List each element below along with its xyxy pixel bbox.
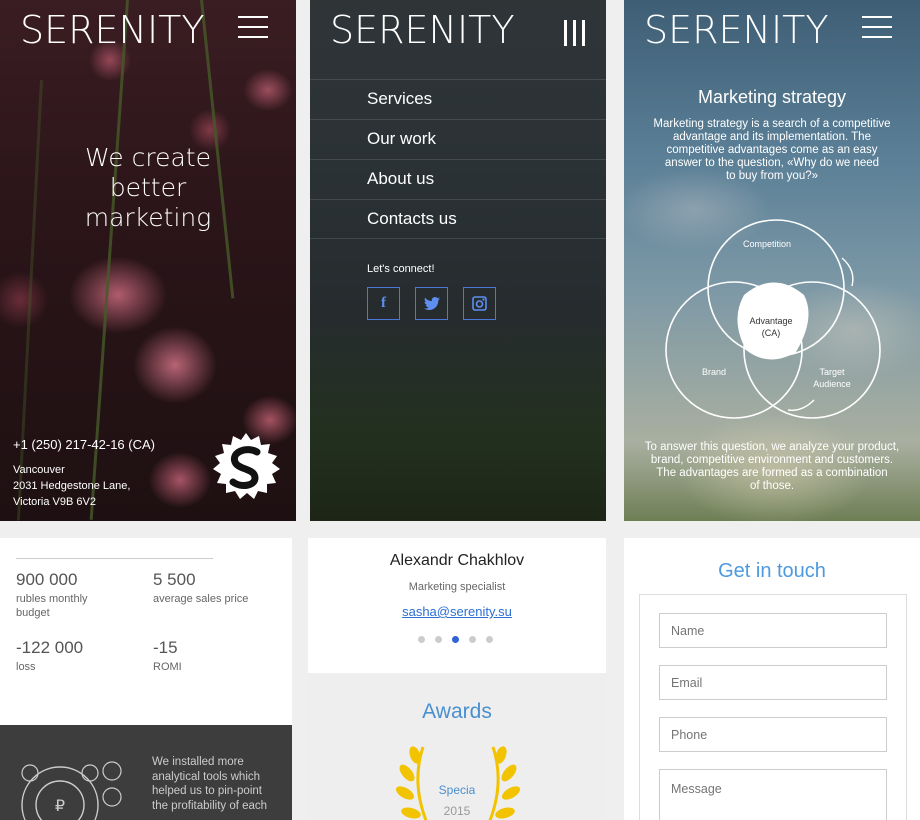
divider [16, 558, 213, 559]
venn-label-brand: Brand [701, 367, 727, 377]
svg-text:₽: ₽ [55, 796, 65, 815]
phone-field[interactable] [659, 717, 887, 752]
person-name: Alexandr Chakhlov [389, 552, 525, 569]
stat-romi: -15 ROMI [153, 638, 182, 673]
award-year: 2015 [443, 804, 471, 818]
hamburger-menu-icon[interactable] [862, 16, 892, 38]
award-name: Specia [438, 783, 476, 797]
close-menu-icon[interactable] [564, 20, 586, 46]
carousel-dots [418, 636, 493, 643]
instagram-icon[interactable] [463, 287, 496, 320]
strategy-outro: To answer this question, we analyze your… [644, 441, 900, 492]
section-title: Marketing strategy [697, 87, 847, 107]
team-screen: Alexandr Chakhlov Marketing specialist s… [308, 538, 606, 820]
email-field[interactable] [659, 665, 887, 700]
s-badge-icon [213, 433, 280, 499]
contact-title: Get in touch [718, 560, 826, 582]
logo[interactable]: SERENITY [644, 8, 829, 52]
phone-number[interactable]: +1 (250) 217-42-16 (CA) [13, 437, 155, 452]
analytics-strip: ₽ We installed more analytical tools whi… [0, 725, 292, 820]
logo[interactable]: SERENITY [20, 8, 205, 52]
stat-budget: 900 000 rubles monthly budget [16, 570, 88, 619]
stats-screen: 900 000 rubles monthly budget 5 500 avera… [0, 538, 292, 820]
message-field[interactable] [659, 769, 887, 820]
hamburger-menu-icon[interactable] [238, 16, 268, 38]
carousel-dot[interactable] [486, 636, 493, 643]
connect-label: Let's connect! [367, 263, 435, 275]
person-role: Marketing specialist [408, 581, 506, 593]
carousel-dot-active[interactable] [452, 636, 459, 643]
analytics-note: We installed more analytical tools which… [152, 756, 268, 812]
ruble-analytics-icon: ₽ [21, 761, 122, 820]
carousel-dot[interactable] [435, 636, 442, 643]
venn-label-advantage: Advantage (CA) [749, 316, 793, 338]
person-email-link[interactable]: sasha@serenity.su [308, 604, 606, 619]
twitter-icon[interactable] [415, 287, 448, 320]
menu-item-contacts-us[interactable]: Contacts us [310, 199, 606, 239]
hero-headline: We create better marketing [84, 143, 212, 232]
menu-item-our-work[interactable]: Our work [310, 119, 606, 159]
menu-screen: SERENITY Services Our work About us Cont… [310, 0, 606, 521]
carousel-dot[interactable] [418, 636, 425, 643]
contact-form [639, 594, 907, 820]
venn-label-target-audience: Target Audience [813, 367, 851, 389]
main-menu: Services Our work About us Contacts us [310, 79, 606, 239]
name-field[interactable] [659, 613, 887, 648]
stat-loss: -122 000 loss [16, 638, 84, 673]
venn-label-competition: Competition [742, 239, 792, 249]
stat-avg-price: 5 500 average sales price [153, 570, 249, 605]
carousel-dot[interactable] [469, 636, 476, 643]
menu-item-services[interactable]: Services [310, 79, 606, 119]
strategy-screen: SERENITY Marketing strategy Marketing st… [624, 0, 920, 521]
address: Vancouver 2031 Hedgestone Lane, Victoria… [13, 464, 131, 508]
awards-title: Awards [422, 700, 492, 723]
menu-item-about-us[interactable]: About us [310, 159, 606, 199]
social-links: f [367, 287, 496, 320]
facebook-icon[interactable]: f [367, 287, 400, 320]
logo[interactable]: SERENITY [330, 8, 515, 52]
home-screen: SERENITY We create better marketing +1 (… [0, 0, 296, 521]
awards-section: Awards Specia 2015 [308, 673, 606, 820]
contact-screen: Get in touch [624, 538, 920, 820]
strategy-intro: Marketing strategy is a search of a comp… [653, 118, 891, 182]
